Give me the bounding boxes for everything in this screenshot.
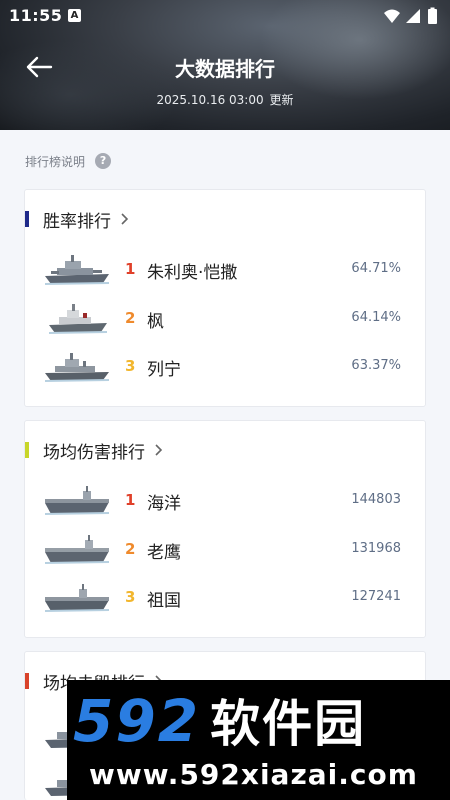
carrier-image	[44, 486, 110, 515]
ranking-row[interactable]: 3 祖国 127241	[25, 576, 425, 622]
chevron-right-icon	[155, 444, 163, 456]
damage-ranking-header[interactable]: 场均伤害排行	[25, 439, 163, 463]
notification-a-icon: A	[68, 9, 81, 22]
watermark-logo: 592 软件园	[73, 684, 366, 756]
rank-number: 2	[125, 540, 136, 558]
ship-name: 朱利奥·恺撒	[147, 263, 238, 283]
header: 11:55 A 大数据排行 2025.10.16 03:00 更新	[0, 0, 450, 130]
ship-name: 老鹰	[147, 543, 181, 563]
card-title: 场均伤害排行	[43, 442, 145, 463]
ranking-row[interactable]: 2 老鹰 131968	[25, 528, 425, 574]
ship-name: 海洋	[147, 494, 181, 514]
status-bar: 11:55 A	[0, 0, 450, 32]
warship-image	[48, 304, 108, 334]
rank-number: 1	[125, 260, 136, 278]
rank-number: 3	[125, 588, 136, 606]
ship-name: 枫	[147, 312, 164, 332]
card-accent-bar	[25, 211, 29, 227]
ship-name: 祖国	[147, 591, 181, 611]
ranking-value: 64.71%	[351, 261, 401, 276]
watermark-brand-text: 软件园	[210, 695, 367, 753]
site-watermark: 592 软件园 www.592xiazai.com	[67, 680, 450, 800]
watermark-url: www.592xiazai.com	[89, 758, 418, 791]
card-title: 胜率排行	[43, 211, 111, 232]
question-icon[interactable]: ?	[95, 153, 112, 169]
update-label: 更新	[269, 93, 294, 107]
ship-name: 列宁	[147, 360, 181, 380]
warship-image	[44, 353, 110, 382]
card-accent-bar	[25, 673, 29, 689]
page-title: 大数据排行	[175, 57, 275, 81]
ranking-row[interactable]: 1 海洋 144803	[25, 479, 425, 525]
ranking-row[interactable]: 2 枫 64.14%	[25, 297, 425, 343]
damage-ranking-card: 场均伤害排行 1 海洋 144803 2 老鹰 131968 3 祖国 1272…	[24, 420, 426, 638]
ranking-value: 144803	[351, 492, 401, 507]
battery-icon	[428, 7, 437, 24]
ranking-value: 127241	[351, 589, 401, 604]
ranking-row[interactable]: 1 朱利奥·恺撒 64.71%	[25, 248, 425, 294]
winrate-ranking-header[interactable]: 胜率排行	[25, 208, 129, 232]
ranking-help-label: 排行榜说明	[25, 154, 86, 169]
warship-image	[44, 255, 110, 285]
signal-icon	[406, 9, 420, 23]
ranking-value: 63.37%	[351, 358, 401, 373]
winrate-ranking-card: 胜率排行 1 朱利奥·恺撒 64.71% 2 枫 64.14% 3 列宁 63.…	[24, 189, 426, 407]
rank-number: 2	[125, 309, 136, 327]
ranking-help-row[interactable]: 排行榜说明 ?	[25, 151, 112, 171]
carrier-image	[44, 584, 110, 612]
ranking-value: 64.14%	[351, 310, 401, 325]
status-icons	[384, 7, 437, 24]
wifi-icon	[384, 9, 400, 23]
status-time: 11:55	[9, 6, 63, 25]
watermark-digits: 592	[73, 687, 201, 755]
ranking-row[interactable]: 3 列宁 63.37%	[25, 345, 425, 391]
chevron-right-icon	[121, 213, 129, 225]
carrier-image	[44, 535, 110, 564]
update-time: 2025.10.16 03:00	[156, 93, 264, 107]
update-info: 2025.10.16 03:00 更新	[0, 91, 450, 108]
rank-number: 1	[125, 491, 136, 509]
card-accent-bar	[25, 442, 29, 458]
rank-number: 3	[125, 357, 136, 375]
ranking-value: 131968	[351, 541, 401, 556]
